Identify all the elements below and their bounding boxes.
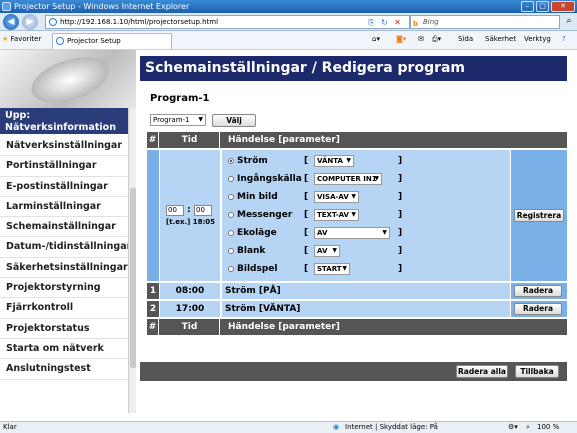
my-image-select[interactable]: VISA-AV ▼ <box>314 191 359 203</box>
radio-blank[interactable] <box>228 248 234 254</box>
zoom-level[interactable]: 100 % <box>537 422 559 433</box>
ie-icon <box>2 2 11 11</box>
program-select[interactable]: Program-1 ▼ <box>150 114 206 126</box>
sidebar-item-schedule-settings[interactable]: Schemainställningar <box>0 217 128 238</box>
tab-icon <box>56 37 64 45</box>
window-titlebar: Projector Setup - Windows Internet Explo… <box>0 0 577 13</box>
tool-tools[interactable]: Verktyg <box>524 35 551 43</box>
sidebar-item-restart-network[interactable]: Starta om nätverk <box>0 339 128 360</box>
program-heading: Program-1 <box>150 93 210 104</box>
page-icon <box>49 18 57 26</box>
hour-input[interactable]: 00 <box>166 205 184 216</box>
globe-icon: ◉ <box>333 423 340 431</box>
minimize-button[interactable]: – <box>521 1 534 12</box>
scrollbar-thumb[interactable] <box>130 188 136 368</box>
time-example: [t.ex.] 18:05 <box>166 218 216 226</box>
main-content: Schemainställningar / Redigera program P… <box>137 50 577 413</box>
security-zone: Internet | Skyddat läge: På <box>345 423 438 431</box>
table-row: 1 08:00 Ström [PÅ] Radera <box>147 283 567 299</box>
radio-input-source[interactable] <box>228 176 234 182</box>
delete-button[interactable]: Radera <box>514 285 562 297</box>
search-icon[interactable]: ⌕ <box>563 16 575 28</box>
radio-messenger[interactable] <box>228 212 234 218</box>
browser-tab[interactable]: Projector Setup <box>52 33 172 49</box>
event-option: Ingångskälla [ COMPUTER IN1 ▼ ] <box>228 171 508 188</box>
eco-mode-select[interactable]: AV ▼ <box>314 227 390 239</box>
tool-safety[interactable]: Säkerhet <box>485 35 516 43</box>
sidebar-item-alarm-settings[interactable]: Larminställningar <box>0 197 128 218</box>
messenger-select[interactable]: TEXT-AV ▼ <box>314 209 359 221</box>
event-option: Messenger [ TEXT-AV ▼ ] <box>228 207 508 224</box>
zoom-icon: ⌕ <box>526 423 530 431</box>
page-title: Schemainställningar / Redigera program <box>140 56 567 81</box>
event-option: Bildspel [ START ▼ ] <box>228 261 508 278</box>
sidebar-item-projector-status[interactable]: Projektorstatus <box>0 319 128 339</box>
home-icon[interactable]: ⌂▾ <box>372 35 380 43</box>
time-cell: 00 : 00 [t.ex.] 18:05 <box>160 150 220 281</box>
mail-icon[interactable]: ✉ <box>418 35 424 43</box>
minute-input[interactable]: 00 <box>194 205 212 216</box>
event-option: Min bild [ VISA-AV ▼ ] <box>228 189 508 206</box>
tool-page[interactable]: Sida <box>458 35 473 43</box>
status-bar: Klar ◉ Internet | Skyddat läge: På ⚙▾ ⌕ … <box>0 421 577 433</box>
stop-icon[interactable]: ✕ <box>392 17 403 28</box>
table-footer-header: # Tid Händelse [parameter] <box>147 319 567 335</box>
address-bar: ◀ ▶ http://192.168.1.10/html/projectorse… <box>0 13 577 31</box>
sidebar-item-network-settings[interactable]: Nätverksinställningar <box>0 136 128 157</box>
settings-icon[interactable]: ⚙▾ <box>508 422 518 433</box>
event-option: Blank [ AV ▼ ] <box>228 243 508 260</box>
forward-icon[interactable]: ▶ <box>22 14 38 30</box>
power-select[interactable]: VÄNTA ▼ <box>314 155 354 167</box>
event-option: Ekoläge [ AV ▼ ] <box>228 225 508 242</box>
window-title: Projector Setup - Windows Internet Explo… <box>14 2 190 11</box>
brand-logo <box>0 50 136 108</box>
compat-view-icon[interactable]: ⎘ <box>366 17 377 28</box>
back-button[interactable]: Tillbaka <box>515 365 559 378</box>
search-input[interactable]: b Bing <box>410 15 560 29</box>
register-button[interactable]: Registrera <box>514 209 564 222</box>
radio-slideshow[interactable] <box>228 266 234 272</box>
input-source-select[interactable]: COMPUTER IN1 ▼ <box>314 173 382 185</box>
status-text: Klar <box>3 423 17 431</box>
sidebar-item-projector-control[interactable]: Projektorstyrning <box>0 278 128 299</box>
table-row: 2 17:00 Ström [VÄNTA] Radera <box>147 301 567 317</box>
sidebar-item-email-settings[interactable]: E-postinställningar <box>0 177 128 197</box>
sidebar-scrollbar[interactable] <box>128 108 136 413</box>
chevron-down-icon: ▼ <box>198 116 203 123</box>
blank-select[interactable]: AV ▼ <box>314 245 340 257</box>
print-icon[interactable]: ⎙▾ <box>432 35 441 44</box>
edit-row: 00 : 00 [t.ex.] 18:05 Ström [ VÄNTA ▼ ] I… <box>147 150 567 281</box>
radio-power[interactable] <box>228 158 234 164</box>
action-cell: Registrera <box>511 150 567 281</box>
sidebar-item-datetime-settings[interactable]: Datum-/tidinställningar <box>0 237 131 258</box>
delete-button[interactable]: Radera <box>514 303 562 315</box>
favorites-button[interactable]: ★ Favoriter <box>2 35 41 43</box>
sidebar-heading[interactable]: Upp: Nätverksinformation <box>0 108 128 134</box>
event-cell: Ström [ VÄNTA ▼ ] Ingångskälla [ COMPUTER… <box>222 150 510 281</box>
close-window-button[interactable]: ✕ <box>551 1 575 12</box>
sidebar-item-connection-test[interactable]: Anslutningstest <box>0 359 128 380</box>
sidebar: Upp: Nätverksinformation Nätverksinställ… <box>0 50 136 413</box>
radio-eco-mode[interactable] <box>228 230 234 236</box>
sidebar-menu: Nätverksinställningar Portinställningar … <box>0 136 131 380</box>
select-button[interactable]: Välj <box>212 114 256 127</box>
sidebar-item-remote-control[interactable]: Fjärrkontroll <box>0 298 128 319</box>
event-option: Ström [ VÄNTA ▼ ] <box>228 153 508 170</box>
url-field[interactable]: http://192.168.1.10/html/projectorsetup.… <box>45 15 410 29</box>
footer-bar: Radera alla Tillbaka <box>140 362 567 381</box>
back-icon[interactable]: ◀ <box>3 14 19 30</box>
favorites-bar: ★ Favoriter Projector Setup ⌂▾ ◙▾ ✉ ⎙▾ S… <box>0 31 577 50</box>
refresh-icon[interactable]: ↻ <box>379 17 390 28</box>
delete-all-button[interactable]: Radera alla <box>456 365 508 378</box>
feeds-icon[interactable]: ◙▾ <box>396 35 406 43</box>
slideshow-select[interactable]: START ▼ <box>314 263 350 275</box>
bing-icon: b <box>413 20 419 28</box>
maximize-button[interactable]: □ <box>536 1 549 12</box>
star-icon: ★ <box>2 35 9 43</box>
table-header: # Tid Händelse [parameter] <box>147 132 567 148</box>
radio-my-image[interactable] <box>228 194 234 200</box>
help-icon[interactable]: ? <box>562 35 566 43</box>
sidebar-item-security-settings[interactable]: Säkerhetsinställningar <box>0 258 128 279</box>
sidebar-item-port-settings[interactable]: Portinställningar <box>0 156 128 177</box>
